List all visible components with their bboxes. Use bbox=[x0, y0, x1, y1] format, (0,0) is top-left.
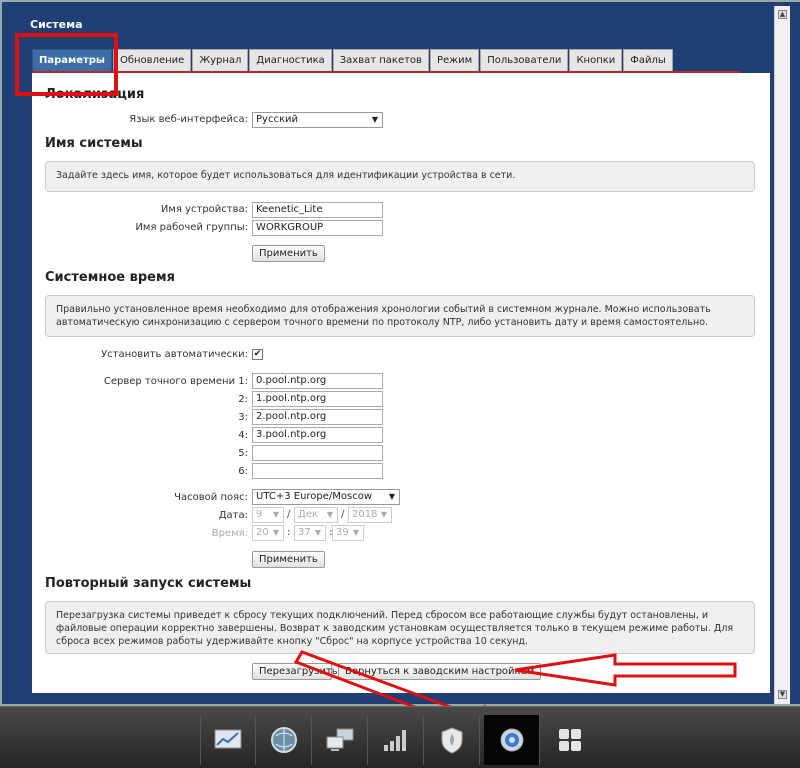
globe-icon[interactable] bbox=[256, 715, 312, 765]
shield-icon[interactable] bbox=[424, 715, 480, 765]
monitor-chart-icon[interactable] bbox=[200, 715, 256, 765]
apps-grid-icon[interactable] bbox=[542, 715, 598, 765]
network-computers-icon[interactable] bbox=[312, 715, 368, 765]
taskbar bbox=[0, 706, 800, 768]
wifi-signal-bars-icon[interactable] bbox=[368, 715, 424, 765]
annotation-arrows bbox=[293, 650, 737, 744]
gear-icon[interactable] bbox=[484, 715, 540, 765]
annotation-arrow-left bbox=[514, 653, 737, 687]
